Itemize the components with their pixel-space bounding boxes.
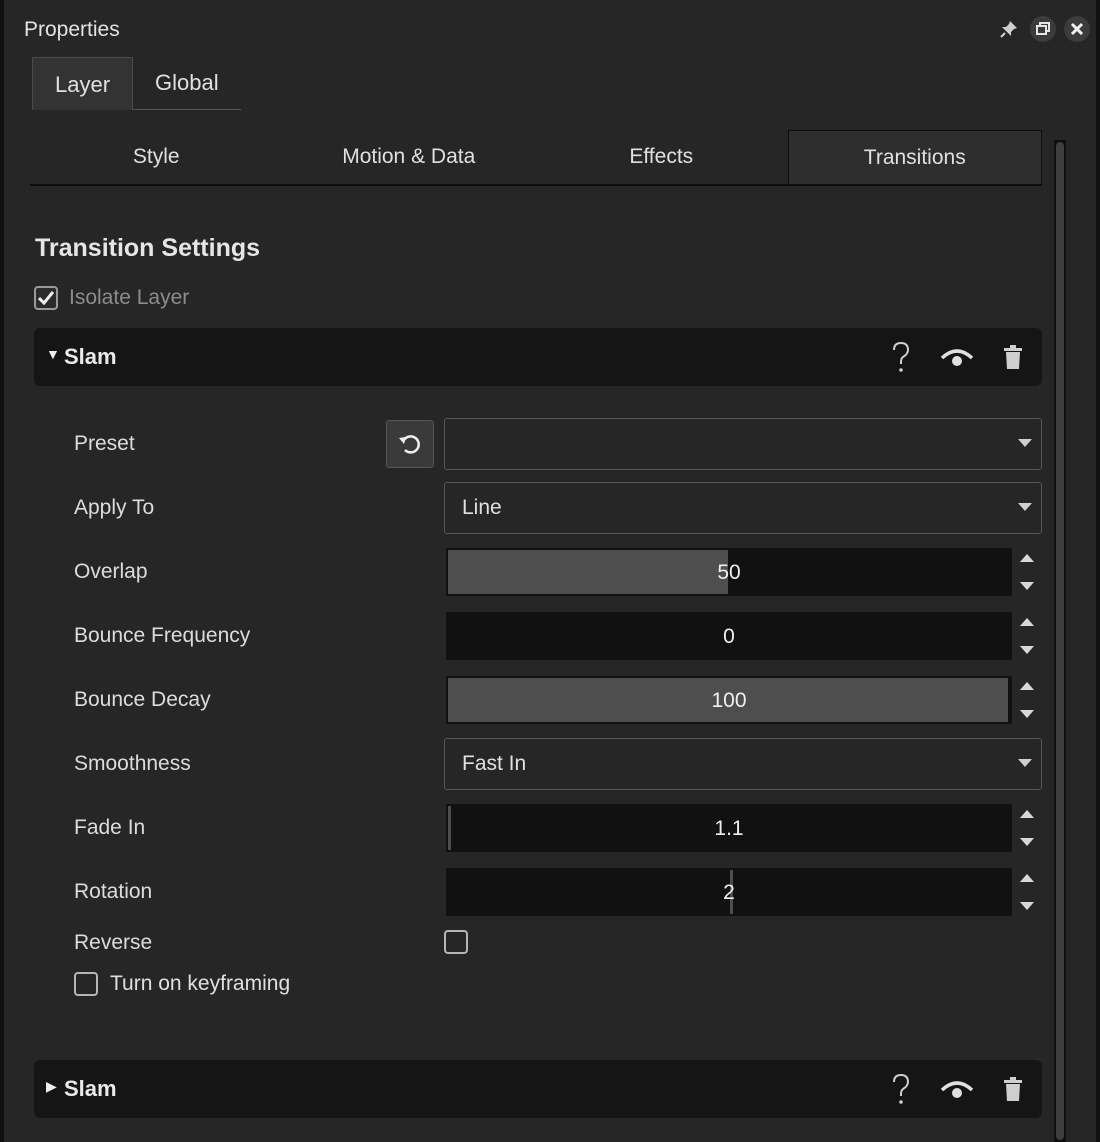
trash-icon[interactable] (996, 340, 1030, 374)
transition-name: Slam (64, 344, 117, 369)
caret-down-icon[interactable]: ▼ (46, 346, 60, 362)
caret-right-icon[interactable]: ▶ (46, 1078, 57, 1095)
decrement-arrow-icon[interactable] (1020, 902, 1034, 910)
apply-to-dropdown[interactable]: Line (444, 482, 1042, 534)
checkmark-icon (38, 291, 54, 305)
bounce-decay-label: Bounce Decay (74, 688, 211, 711)
scrollbar-thumb[interactable] (1056, 142, 1064, 1140)
smoothness-label: Smoothness (74, 752, 191, 775)
tab-global-label: Global (155, 70, 219, 95)
preset-label: Preset (74, 432, 135, 455)
rotation-value: 2 (723, 881, 735, 904)
keyframing-label: Turn on keyframing (110, 972, 291, 995)
transition-header-slam-collapsed[interactable]: ▶ Slam (34, 1060, 1042, 1118)
bounce-frequency-stepper[interactable] (1016, 612, 1038, 660)
tab-motion-data-label: Motion & Data (342, 145, 476, 168)
tab-style-label: Style (132, 145, 180, 168)
help-icon[interactable] (884, 1072, 918, 1106)
bounce-decay-slider[interactable]: 100 (446, 676, 1012, 724)
decrement-arrow-icon[interactable] (1020, 582, 1034, 590)
help-icon[interactable] (884, 340, 918, 374)
decrement-arrow-icon[interactable] (1020, 646, 1034, 654)
title-bar-icons (996, 16, 1090, 42)
reverse-label: Reverse (74, 931, 153, 954)
transition-header-icons (884, 1072, 1030, 1106)
top-tabs: Layer Global (32, 57, 241, 111)
trash-icon[interactable] (996, 1072, 1030, 1106)
transition-header-icons (884, 340, 1030, 374)
transition-header-slam[interactable]: ▼ Slam (34, 328, 1042, 386)
sub-tabs: Style Motion & Data Effects Transitions (30, 130, 1042, 186)
increment-arrow-icon[interactable] (1020, 874, 1034, 882)
tab-transitions[interactable]: Transitions (787, 130, 1042, 184)
fade-in-label: Fade In (74, 816, 146, 839)
tab-motion-data[interactable]: Motion & Data (283, 130, 536, 184)
tab-effects-label: Effects (629, 145, 694, 168)
tab-transitions-label: Transitions (863, 145, 966, 169)
reset-preset-button[interactable] (386, 420, 434, 468)
fade-in-slider[interactable]: 1.1 (446, 804, 1012, 852)
chevron-down-icon (1018, 503, 1032, 511)
reverse-option (444, 930, 468, 959)
tab-layer[interactable]: Layer (32, 57, 134, 111)
vertical-scrollbar[interactable] (1054, 140, 1066, 1142)
overlap-slider[interactable]: 50 (446, 548, 1012, 596)
increment-arrow-icon[interactable] (1020, 810, 1034, 818)
fade-in-value: 1.1 (714, 817, 744, 840)
section-title: Transition Settings (35, 234, 261, 262)
decrement-arrow-icon[interactable] (1020, 838, 1034, 846)
title-bar: Properties (8, 0, 1096, 56)
increment-arrow-icon[interactable] (1020, 618, 1034, 626)
bounce-decay-stepper[interactable] (1016, 676, 1038, 724)
smoothness-value: Fast In (462, 752, 527, 775)
properties-panel: Properties Layer Global Style Motion & D… (0, 0, 1100, 1142)
tab-style[interactable]: Style (30, 130, 283, 184)
tab-layer-label: Layer (55, 71, 111, 97)
bounce-frequency-slider[interactable]: 0 (446, 612, 1012, 660)
increment-arrow-icon[interactable] (1020, 682, 1034, 690)
overlap-label: Overlap (74, 560, 148, 583)
reverse-checkbox[interactable] (444, 930, 468, 954)
pin-icon[interactable] (996, 16, 1022, 42)
keyframing-checkbox[interactable] (74, 972, 98, 996)
decrement-arrow-icon[interactable] (1020, 710, 1034, 718)
isolate-layer-checkbox[interactable] (34, 286, 58, 310)
transition-name: Slam (64, 1076, 117, 1101)
rotation-label: Rotation (74, 880, 153, 903)
apply-to-value: Line (462, 496, 502, 519)
tab-effects[interactable]: Effects (535, 130, 788, 184)
visibility-eye-icon[interactable] (940, 1072, 974, 1106)
isolate-layer-label: Isolate Layer (69, 286, 190, 309)
bounce-decay-value: 100 (711, 689, 747, 712)
chevron-down-icon (1018, 759, 1032, 767)
overlap-stepper[interactable] (1016, 548, 1038, 596)
tab-global[interactable]: Global (133, 57, 241, 111)
close-icon[interactable] (1064, 16, 1090, 42)
keyframing-option: Turn on keyframing (74, 972, 290, 996)
apply-to-label: Apply To (74, 496, 155, 519)
smoothness-dropdown[interactable]: Fast In (444, 738, 1042, 790)
fade-in-stepper[interactable] (1016, 804, 1038, 852)
undo-icon (399, 435, 420, 454)
rotation-slider[interactable]: 2 (446, 868, 1012, 916)
bounce-frequency-value: 0 (723, 625, 735, 648)
bounce-frequency-label: Bounce Frequency (74, 624, 251, 647)
increment-arrow-icon[interactable] (1020, 554, 1034, 562)
chevron-down-icon (1018, 439, 1032, 447)
visibility-eye-icon[interactable] (940, 340, 974, 374)
restore-icon[interactable] (1030, 16, 1056, 42)
layer-content: Style Motion & Data Effects Transitions … (8, 110, 1054, 1142)
preset-dropdown[interactable] (444, 418, 1042, 470)
rotation-stepper[interactable] (1016, 868, 1038, 916)
isolate-layer-option: Isolate Layer (34, 286, 189, 310)
overlap-value: 50 (717, 561, 741, 584)
panel-title: Properties (24, 18, 120, 41)
